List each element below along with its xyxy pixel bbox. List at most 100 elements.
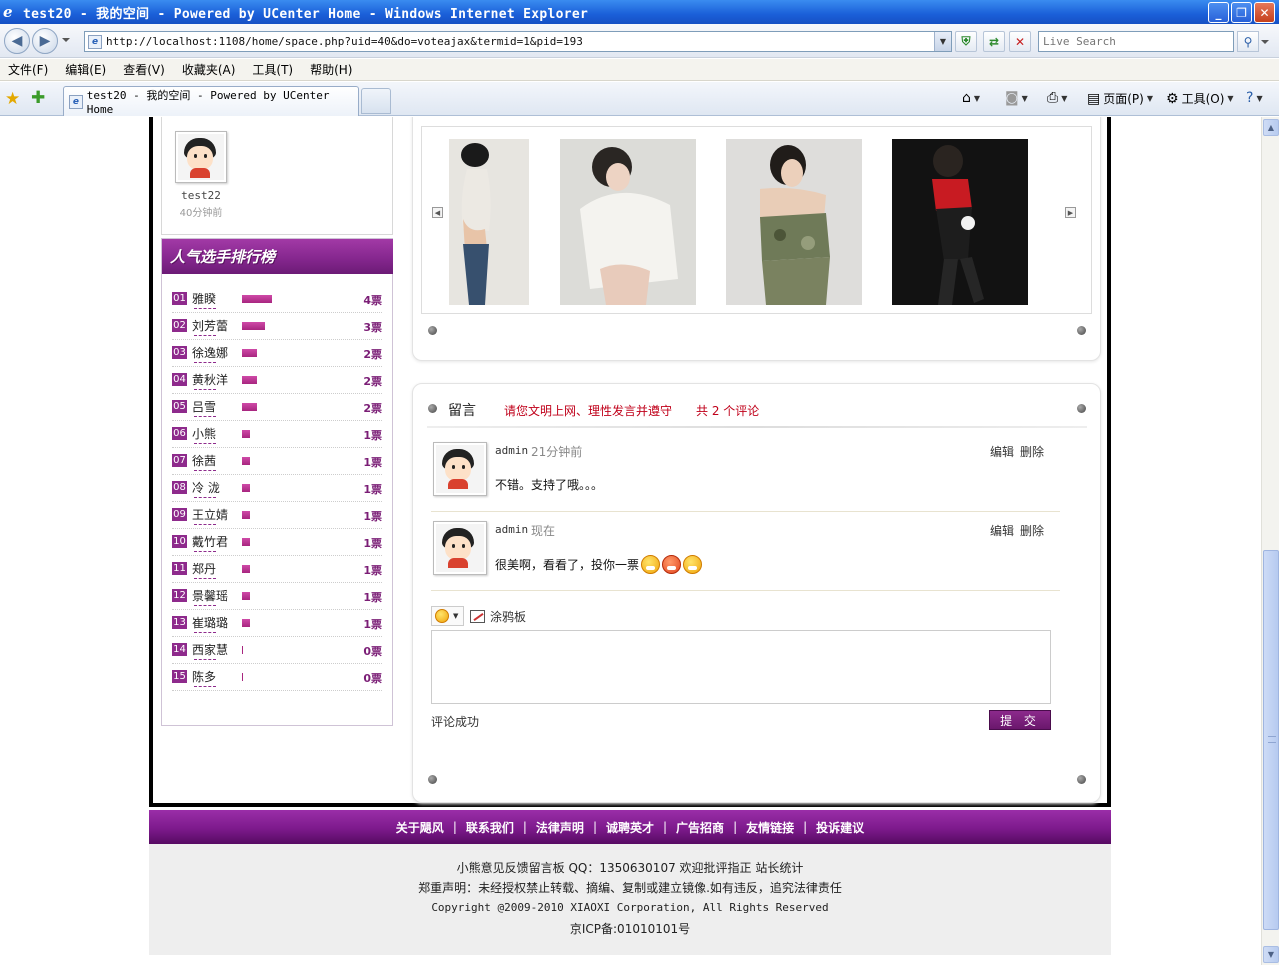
contestant-name[interactable]: 吕雪 bbox=[192, 398, 216, 415]
contestant-name[interactable]: 小熊 bbox=[192, 425, 216, 442]
laugh-icon bbox=[683, 555, 703, 574]
scroll-thumb[interactable] bbox=[1263, 550, 1279, 930]
grin-icon bbox=[641, 555, 661, 574]
contestant-name[interactable]: 戴竹君 bbox=[192, 533, 228, 550]
name-underline bbox=[194, 443, 216, 444]
rank-number: 03 bbox=[172, 346, 187, 359]
search-button[interactable]: ⚲ bbox=[1237, 31, 1259, 52]
contestant-name[interactable]: 冷 泷 bbox=[192, 479, 220, 496]
photo-carousel: ◀ ▶ bbox=[421, 126, 1092, 314]
footer-link-complaints[interactable]: 投诉建议 bbox=[816, 819, 864, 836]
delete-comment-link[interactable]: 删除 bbox=[1020, 524, 1044, 538]
print-button[interactable]: ⎙ ▼ bbox=[1047, 90, 1067, 106]
gear-icon: ⚙ bbox=[1166, 90, 1179, 107]
vote-bar bbox=[242, 511, 250, 519]
vertical-scrollbar[interactable]: ▲ ▼ bbox=[1261, 117, 1279, 965]
scroll-down-button[interactable]: ▼ bbox=[1263, 946, 1279, 963]
sidebar-username[interactable]: test22 bbox=[162, 189, 240, 202]
new-tab-button[interactable] bbox=[361, 88, 391, 114]
menu-file[interactable]: 文件(F) bbox=[8, 61, 48, 78]
doodle-board-icon[interactable] bbox=[470, 609, 485, 623]
comment-time: 现在 bbox=[531, 524, 556, 538]
security-shield-icon[interactable]: ⛨ bbox=[955, 31, 977, 52]
search-input[interactable] bbox=[1039, 32, 1233, 51]
doodle-board-link[interactable]: 涂鸦板 bbox=[490, 608, 526, 625]
contestant-name[interactable]: 王立婧 bbox=[192, 506, 228, 523]
edit-comment-link[interactable]: 编辑 bbox=[990, 524, 1014, 538]
contestant-name[interactable]: 雅睽 bbox=[192, 290, 216, 307]
ranking-list: 01 雅睽 4票 02 刘芳蕾 3票 03 徐逸娜 2票 04 黄秋洋 2票 05 吕雪 2票 06 小熊 1票 0… bbox=[172, 286, 382, 691]
photo-1-image bbox=[449, 139, 529, 305]
menu-edit[interactable]: 编辑(E) bbox=[65, 61, 106, 78]
feeds-button[interactable]: ◙ ▼ bbox=[1005, 90, 1028, 106]
contestant-name[interactable]: 郑丹 bbox=[192, 560, 216, 577]
menu-help[interactable]: 帮助(H) bbox=[310, 61, 352, 78]
avatar[interactable] bbox=[433, 521, 487, 575]
avatar[interactable] bbox=[175, 131, 227, 183]
contestant-name[interactable]: 西家慧 bbox=[192, 641, 228, 658]
vote-bar bbox=[242, 619, 250, 627]
refresh-button[interactable]: ⇄ bbox=[983, 31, 1005, 52]
comment-author[interactable]: admin bbox=[495, 444, 528, 457]
scroll-up-button[interactable]: ▲ bbox=[1263, 119, 1279, 136]
maximize-button[interactable]: ❐ bbox=[1231, 2, 1252, 23]
carousel-photo-4[interactable] bbox=[892, 139, 1028, 305]
tools-menu-button[interactable]: ⚙ 工具(O) ▼ bbox=[1166, 90, 1234, 107]
footer-link-contact[interactable]: 联系我们 bbox=[466, 819, 514, 836]
menu-favorites[interactable]: 收藏夹(A) bbox=[182, 61, 236, 78]
carousel-photo-2[interactable] bbox=[560, 139, 696, 305]
help-button[interactable]: ? ▼ bbox=[1246, 90, 1263, 106]
ranking-row: 12 景馨瑶 1票 bbox=[172, 583, 382, 610]
footer-link-ads[interactable]: 广告招商 bbox=[676, 819, 724, 836]
forward-button[interactable]: ▶ bbox=[32, 28, 58, 54]
comment-textarea[interactable] bbox=[431, 630, 1051, 704]
contestant-name[interactable]: 陈多 bbox=[192, 668, 216, 685]
contestant-name[interactable]: 徐逸娜 bbox=[192, 344, 228, 361]
submit-comment-button[interactable]: 提 交 bbox=[989, 710, 1051, 730]
search-options-dropdown-icon[interactable] bbox=[1261, 40, 1269, 44]
menu-view[interactable]: 查看(V) bbox=[123, 61, 165, 78]
carousel-next-button[interactable]: ▶ bbox=[1065, 207, 1076, 218]
footer-link-friends[interactable]: 友情链接 bbox=[746, 819, 794, 836]
ranking-title: 人气选手排行榜 bbox=[170, 248, 276, 266]
contestant-name[interactable]: 刘芳蕾 bbox=[192, 317, 228, 334]
contestant-name[interactable]: 崔璐璐 bbox=[192, 614, 228, 631]
corner-pin-icon bbox=[1077, 775, 1086, 784]
footer-link-legal[interactable]: 法律声明 bbox=[536, 819, 584, 836]
comment-notice-link[interactable]: 请您文明上网、理性发言并遵守 bbox=[504, 402, 672, 419]
contestant-name[interactable]: 黄秋洋 bbox=[192, 371, 228, 388]
carousel-photo-3[interactable] bbox=[726, 139, 862, 305]
minimize-button[interactable]: _ bbox=[1208, 2, 1229, 23]
add-favorite-icon[interactable]: ✚ bbox=[31, 88, 45, 108]
footer-link-about[interactable]: 关于飓风 bbox=[396, 819, 444, 836]
carousel-photo-1[interactable] bbox=[449, 139, 529, 305]
photo-3-image bbox=[726, 139, 862, 305]
stop-button[interactable]: ✕ bbox=[1009, 31, 1031, 52]
address-dropdown-button[interactable]: ▼ bbox=[934, 32, 951, 51]
home-button[interactable]: ⌂ ▼ bbox=[962, 90, 980, 106]
comment-author[interactable]: admin bbox=[495, 523, 528, 536]
search-box[interactable] bbox=[1038, 31, 1234, 52]
avatar[interactable] bbox=[433, 442, 487, 496]
name-underline bbox=[194, 578, 216, 579]
site-container: test22 40分钟前 人气选手排行榜 01 雅睽 4票 02 刘芳蕾 3票 03 徐逸娜 2… bbox=[149, 117, 1111, 965]
carousel-prev-button[interactable]: ◀ bbox=[432, 207, 443, 218]
vote-count: 3票 bbox=[363, 321, 382, 334]
back-button[interactable]: ◀ bbox=[4, 28, 30, 54]
url-text[interactable]: http://localhost:1108/home/space.php?uid… bbox=[106, 35, 583, 48]
name-underline bbox=[194, 497, 216, 498]
address-bar[interactable]: e http://localhost:1108/home/space.php?u… bbox=[84, 31, 952, 52]
page-menu-button[interactable]: ▤ 页面(P) ▼ bbox=[1087, 90, 1153, 107]
comment-text: 不错。支持了哦。。。 bbox=[495, 476, 603, 493]
delete-comment-link[interactable]: 删除 bbox=[1020, 445, 1044, 459]
emoticon-picker-button[interactable]: ▼ bbox=[431, 606, 464, 626]
footer-link-jobs[interactable]: 诚聘英才 bbox=[606, 819, 654, 836]
contestant-name[interactable]: 景馨瑶 bbox=[192, 587, 228, 604]
tab-active[interactable]: e test20 - 我的空间 - Powered by UCenter Hom… bbox=[63, 86, 359, 116]
favorites-star-icon[interactable]: ★ bbox=[5, 89, 20, 109]
contestant-name[interactable]: 徐茜 bbox=[192, 452, 216, 469]
close-button[interactable]: ✕ bbox=[1254, 2, 1275, 23]
edit-comment-link[interactable]: 编辑 bbox=[990, 445, 1014, 459]
menu-tools[interactable]: 工具(T) bbox=[252, 61, 293, 78]
history-dropdown-icon[interactable] bbox=[62, 38, 70, 42]
